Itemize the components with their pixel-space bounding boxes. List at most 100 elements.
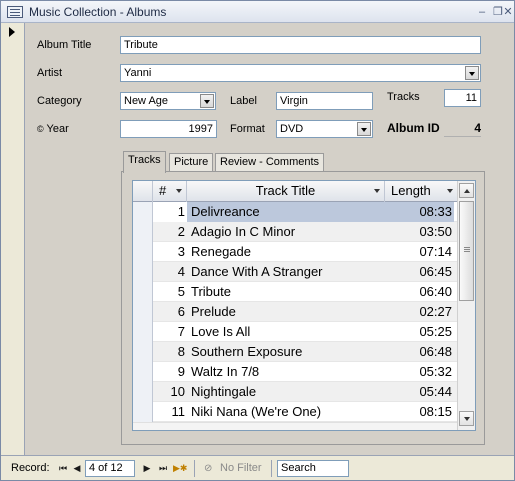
previous-record-icon[interactable]: ◀ bbox=[71, 462, 83, 474]
tab-review-comments[interactable]: Review - Comments bbox=[215, 153, 325, 172]
track-title[interactable]: Delivreance bbox=[187, 202, 385, 222]
first-record-icon[interactable]: ⏮ bbox=[57, 462, 69, 474]
track-title[interactable]: Adagio In C Minor bbox=[187, 222, 385, 242]
close-icon[interactable]: ✕ bbox=[501, 6, 515, 18]
record-navigation-bar: Record: ⏮ ◀ 4 of 12 ▶ ⏭ ▶✱ ⊘ No Filter S… bbox=[1, 455, 514, 480]
minimize-icon[interactable]: – bbox=[475, 6, 489, 18]
title-sort-icon[interactable] bbox=[374, 189, 380, 193]
column-header-length-label: Length bbox=[391, 183, 431, 198]
select-all-corner[interactable] bbox=[133, 181, 153, 202]
row-selector[interactable] bbox=[133, 302, 153, 322]
search-input[interactable]: Search bbox=[277, 460, 349, 477]
no-filter-button[interactable]: No Filter bbox=[220, 462, 262, 474]
track-title[interactable]: Southern Exposure bbox=[187, 342, 385, 362]
track-number: 4 bbox=[177, 264, 185, 279]
track-title[interactable]: Prelude bbox=[187, 302, 385, 322]
track-length[interactable]: 06:40 bbox=[385, 282, 454, 302]
tab-tracks[interactable]: Tracks bbox=[123, 151, 166, 173]
column-header-num[interactable]: # bbox=[153, 181, 187, 202]
vertical-scrollbar[interactable] bbox=[457, 181, 475, 430]
artist-combo[interactable]: Yanni bbox=[120, 64, 481, 82]
column-header-track-title[interactable]: Track Title bbox=[187, 181, 385, 202]
track-title[interactable]: Dance With A Stranger bbox=[187, 262, 385, 282]
tracks-field[interactable]: 11 bbox=[444, 89, 481, 107]
row-selector[interactable] bbox=[133, 322, 153, 342]
track-length[interactable]: 05:44 bbox=[385, 382, 454, 402]
new-record-row[interactable] bbox=[133, 422, 458, 430]
row-selector[interactable] bbox=[133, 242, 153, 262]
row-selector[interactable] bbox=[133, 362, 153, 382]
table-row[interactable]: 5 Tribute 06:40 bbox=[133, 282, 458, 302]
track-title[interactable]: Renegade bbox=[187, 242, 385, 262]
track-number: 8 bbox=[177, 344, 185, 359]
category-value: New Age bbox=[124, 95, 169, 107]
track-length[interactable]: 08:33 bbox=[385, 202, 454, 222]
track-number: 1 bbox=[153, 202, 187, 222]
format-dropdown-icon[interactable] bbox=[357, 122, 371, 136]
current-record-field[interactable]: 4 of 12 bbox=[85, 460, 135, 477]
title-bar: Music Collection - Albums – ❐ ✕ bbox=[1, 1, 514, 23]
track-length[interactable]: 07:14 bbox=[385, 242, 454, 262]
year-label: © Year bbox=[37, 123, 69, 135]
track-length[interactable]: 03:50 bbox=[385, 222, 454, 242]
table-row[interactable]: 3 Renegade 07:14 bbox=[133, 242, 458, 262]
track-title[interactable]: Niki Nana (We're One) bbox=[187, 402, 385, 422]
table-row[interactable]: 4 Dance With A Stranger 06:45 bbox=[133, 262, 458, 282]
current-record-arrow-icon bbox=[9, 27, 15, 37]
table-row[interactable]: 6 Prelude 02:27 bbox=[133, 302, 458, 322]
format-value: DVD bbox=[280, 123, 304, 135]
track-length[interactable]: 02:27 bbox=[385, 302, 454, 322]
next-record-icon[interactable]: ▶ bbox=[141, 462, 153, 474]
track-number: 3 bbox=[177, 244, 185, 259]
table-row[interactable]: 11 Niki Nana (We're One) 08:15 bbox=[133, 402, 458, 422]
year-field[interactable]: 1997 bbox=[120, 120, 217, 138]
artist-dropdown-icon[interactable] bbox=[465, 66, 479, 80]
row-selector[interactable] bbox=[133, 222, 153, 242]
album-title-field[interactable]: Tribute bbox=[120, 36, 481, 54]
track-length[interactable]: 06:45 bbox=[385, 262, 454, 282]
label-field[interactable]: Virgin bbox=[276, 92, 373, 110]
track-title[interactable]: Waltz In 7/8 bbox=[187, 362, 385, 382]
row-selector[interactable] bbox=[133, 282, 153, 302]
table-row[interactable]: 10 Nightingale 05:44 bbox=[133, 382, 458, 402]
track-length[interactable]: 06:48 bbox=[385, 342, 454, 362]
scroll-down-icon[interactable] bbox=[459, 411, 474, 426]
track-title[interactable]: Love Is All bbox=[187, 322, 385, 342]
year-icon: © bbox=[37, 124, 44, 134]
track-length[interactable]: 05:25 bbox=[385, 322, 454, 342]
record-selector[interactable] bbox=[1, 23, 25, 455]
albums-form-window: Music Collection - Albums – ❐ ✕ Album Ti… bbox=[0, 0, 515, 481]
table-row[interactable]: 2 Adagio In C Minor 03:50 bbox=[133, 222, 458, 242]
category-combo[interactable]: New Age bbox=[120, 92, 216, 110]
last-record-icon[interactable]: ⏭ bbox=[157, 462, 169, 474]
num-sort-icon[interactable] bbox=[176, 189, 182, 193]
category-dropdown-icon[interactable] bbox=[200, 94, 214, 108]
table-row[interactable]: 8 Southern Exposure 06:48 bbox=[133, 342, 458, 362]
table-row[interactable]: 7 Love Is All 05:25 bbox=[133, 322, 458, 342]
row-selector[interactable] bbox=[133, 402, 153, 422]
tab-picture[interactable]: Picture bbox=[169, 153, 214, 172]
track-number: 5 bbox=[177, 284, 185, 299]
row-selector[interactable] bbox=[133, 382, 153, 402]
form-icon bbox=[7, 6, 23, 18]
track-length[interactable]: 08:15 bbox=[385, 402, 454, 422]
tracks-datasheet: # Track Title Length 1 Delivreance 08:33 bbox=[132, 180, 476, 431]
new-record-icon[interactable]: ▶✱ bbox=[173, 462, 187, 474]
table-row[interactable]: 1 Delivreance 08:33 bbox=[133, 202, 458, 222]
track-length[interactable]: 05:32 bbox=[385, 362, 454, 382]
track-title[interactable]: Nightingale bbox=[187, 382, 385, 402]
column-header-length[interactable]: Length bbox=[385, 181, 458, 202]
row-selector[interactable] bbox=[133, 342, 153, 362]
datasheet-rows: 1 Delivreance 08:33 2 Adagio In C Minor … bbox=[133, 202, 458, 422]
album-title-label: Album Title bbox=[37, 39, 92, 51]
track-number: 6 bbox=[177, 304, 185, 319]
scrollbar-thumb[interactable] bbox=[459, 201, 474, 301]
row-selector[interactable] bbox=[133, 262, 153, 282]
format-combo[interactable]: DVD bbox=[276, 120, 373, 138]
row-selector[interactable] bbox=[133, 202, 153, 222]
table-row[interactable]: 9 Waltz In 7/8 05:32 bbox=[133, 362, 458, 382]
track-title[interactable]: Tribute bbox=[187, 282, 385, 302]
scroll-up-icon[interactable] bbox=[459, 183, 474, 198]
category-label: Category bbox=[37, 95, 82, 107]
length-sort-icon[interactable] bbox=[447, 189, 453, 193]
